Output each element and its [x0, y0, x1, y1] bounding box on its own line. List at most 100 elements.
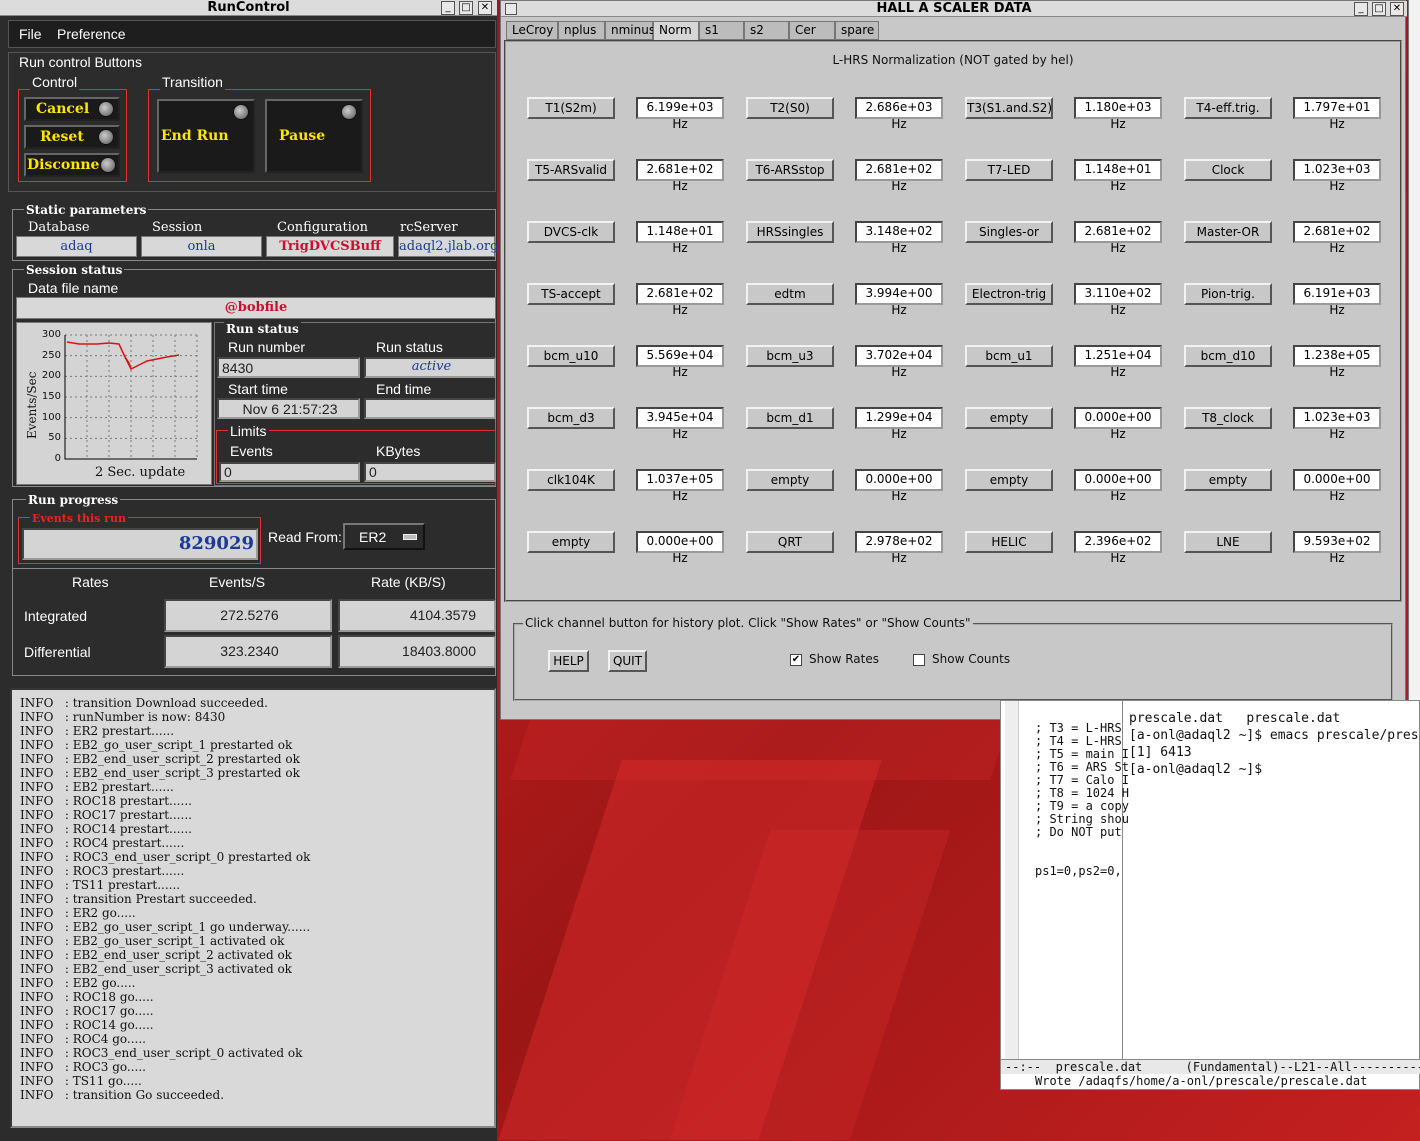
read-from-select[interactable]: ER2 — [343, 523, 425, 550]
emacs-line: ; T6 = ARS St — [1035, 760, 1129, 774]
channel-button[interactable]: bcm_d1 — [746, 407, 834, 429]
channel-button[interactable]: empty — [965, 469, 1053, 491]
tab-nminus[interactable]: nminus — [605, 21, 655, 40]
channel-button[interactable]: Clock — [1184, 159, 1272, 181]
channel-button[interactable]: empty — [746, 469, 834, 491]
channel-button[interactable]: T6-ARSstop — [746, 159, 834, 181]
channel-button[interactable]: Singles-or — [965, 221, 1053, 243]
channel-button[interactable]: QRT — [746, 531, 834, 553]
info-log[interactable]: INFO : transition Download succeeded. IN… — [10, 688, 496, 1128]
emacs-buffer[interactable]: ; T3 = L-HRS; T4 = L-HRS; T5 = main I; T… — [1001, 701, 1129, 1061]
channel-rate-value: 1.238e+05 Hz — [1293, 345, 1381, 379]
channel-button[interactable]: bcm_u3 — [746, 345, 834, 367]
static-params-label: Static parameters — [24, 203, 149, 217]
kbytes-limit-label: KBytes — [376, 443, 421, 459]
channel-button[interactable]: TS-accept — [527, 283, 615, 305]
channel-button[interactable]: T1(S2m) — [527, 97, 615, 119]
channel-button[interactable]: bcm_u10 — [527, 345, 615, 367]
run-status-field: active — [364, 357, 496, 378]
tab-lecroy[interactable]: LeCroy — [506, 21, 558, 40]
tab-norm[interactable]: Norm — [653, 21, 699, 42]
session-label: Session — [152, 220, 203, 235]
show-rates-checkbox[interactable]: ✔ — [790, 654, 802, 666]
channel-button[interactable]: T2(S0) — [746, 97, 834, 119]
channel-button[interactable]: T5-ARSvalid — [527, 159, 615, 181]
window-menu-icon[interactable] — [505, 3, 517, 15]
start-time-label: Start time — [228, 381, 288, 397]
help-button[interactable]: HELP — [548, 650, 589, 672]
tab-s2[interactable]: s2 — [744, 21, 789, 40]
configuration-field: TrigDVCSBuff — [266, 236, 394, 257]
led-indicator — [233, 104, 249, 120]
integrated-events-field: 272.5276 — [164, 599, 332, 632]
channel-rate-value: 1.299e+04 Hz — [855, 407, 943, 441]
norm-panel: L-HRS Normalization (NOT gated by hel) T… — [504, 40, 1402, 602]
integrated-rate-field: 4104.3579 — [338, 599, 496, 632]
menu-preference[interactable]: Preference — [57, 26, 125, 42]
channel-button[interactable]: T8_clock — [1184, 407, 1272, 429]
integrated-label: Integrated — [24, 608, 88, 624]
scrollbar[interactable] — [1005, 701, 1019, 1059]
kbytes-limit-input[interactable]: 0 — [364, 462, 496, 482]
channel-button[interactable]: bcm_d10 — [1184, 345, 1272, 367]
close-icon[interactable]: ✕ — [1390, 2, 1404, 16]
maximize-icon[interactable]: □ — [459, 1, 473, 15]
channel-button[interactable]: HELIC — [965, 531, 1053, 553]
channel-button[interactable]: DVCS-clk — [527, 221, 615, 243]
runcontrol-titlebar[interactable]: RunControl — [0, 0, 497, 16]
show-counts-label[interactable]: Show Counts — [932, 652, 1010, 666]
channel-rate-value: 6.199e+03 Hz — [636, 97, 724, 131]
show-counts-checkbox[interactable] — [913, 654, 925, 666]
tab-cer[interactable]: Cer — [789, 21, 835, 40]
channel-rate-value: 0.000e+00 Hz — [1074, 407, 1162, 441]
channel-button[interactable]: Master-OR — [1184, 221, 1272, 243]
end-run-label: End Run — [161, 128, 229, 144]
channel-button[interactable]: empty — [965, 407, 1053, 429]
tab-s1[interactable]: s1 — [699, 21, 744, 40]
channel-rate-value: 2.681e+02 Hz — [1074, 221, 1162, 255]
data-file-field: @bobfile — [16, 297, 496, 319]
channel-button[interactable]: HRSsingles — [746, 221, 834, 243]
channel-button[interactable]: Electron-trig — [965, 283, 1053, 305]
channel-rate-value: 1.180e+03 Hz — [1074, 97, 1162, 131]
differential-label: Differential — [24, 644, 91, 660]
background-window-edge — [1408, 0, 1420, 700]
scaler-titlebar[interactable]: HALL A SCALER DATA — [501, 1, 1407, 17]
emacs-line: ; T3 = L-HRS — [1035, 721, 1122, 735]
quit-button[interactable]: QUIT — [608, 650, 647, 672]
channel-rate-value: 9.593e+02 Hz — [1293, 531, 1381, 565]
cancel-button[interactable]: Cancel — [24, 97, 120, 121]
channel-button[interactable]: empty — [1184, 469, 1272, 491]
disconnect-button[interactable]: Disconnect — [24, 153, 120, 177]
channel-button[interactable]: bcm_d3 — [527, 407, 615, 429]
reset-button[interactable]: Reset — [24, 125, 120, 149]
show-rates-label[interactable]: Show Rates — [809, 652, 879, 666]
end-run-button[interactable]: End Run — [157, 99, 255, 173]
channel-button[interactable]: clk104K — [527, 469, 615, 491]
channel-button[interactable]: Pion-trig. — [1184, 283, 1272, 305]
pause-button[interactable]: Pause — [265, 99, 363, 173]
close-icon[interactable]: ✕ — [478, 1, 492, 15]
events-limit-input[interactable]: 0 — [219, 462, 360, 482]
menu-file[interactable]: File — [19, 26, 42, 42]
channel-button[interactable]: LNE — [1184, 531, 1272, 553]
read-from-label: Read From: — [268, 529, 342, 545]
channel-button[interactable]: edtm — [746, 283, 834, 305]
database-field: adaq — [16, 236, 137, 257]
minimize-icon[interactable]: _ — [1354, 2, 1368, 16]
channel-button[interactable]: empty — [527, 531, 615, 553]
emacs-modeline: --:-- prescale.dat (Fundamental)--L21--A… — [1001, 1059, 1420, 1074]
panel-heading: L-HRS Normalization (NOT gated by hel) — [832, 53, 1074, 67]
tab-spare[interactable]: spare — [835, 21, 879, 40]
minimize-icon[interactable]: _ — [441, 1, 455, 15]
desktop-shape — [510, 720, 1010, 780]
terminal-window: ; T3 = L-HRS; T4 = L-HRS; T5 = main I; T… — [1000, 700, 1420, 1090]
tab-nplus[interactable]: nplus — [558, 21, 605, 40]
channel-button[interactable]: T4-eff.trig. — [1184, 97, 1272, 119]
channel-button[interactable]: bcm_u1 — [965, 345, 1053, 367]
channel-button[interactable]: T3(S1.and.S2) — [965, 97, 1053, 119]
maximize-icon[interactable]: □ — [1372, 2, 1386, 16]
shell-line: [1] 6413 — [1129, 745, 1192, 760]
configuration-label: Configuration — [277, 220, 369, 235]
channel-button[interactable]: T7-LED — [965, 159, 1053, 181]
